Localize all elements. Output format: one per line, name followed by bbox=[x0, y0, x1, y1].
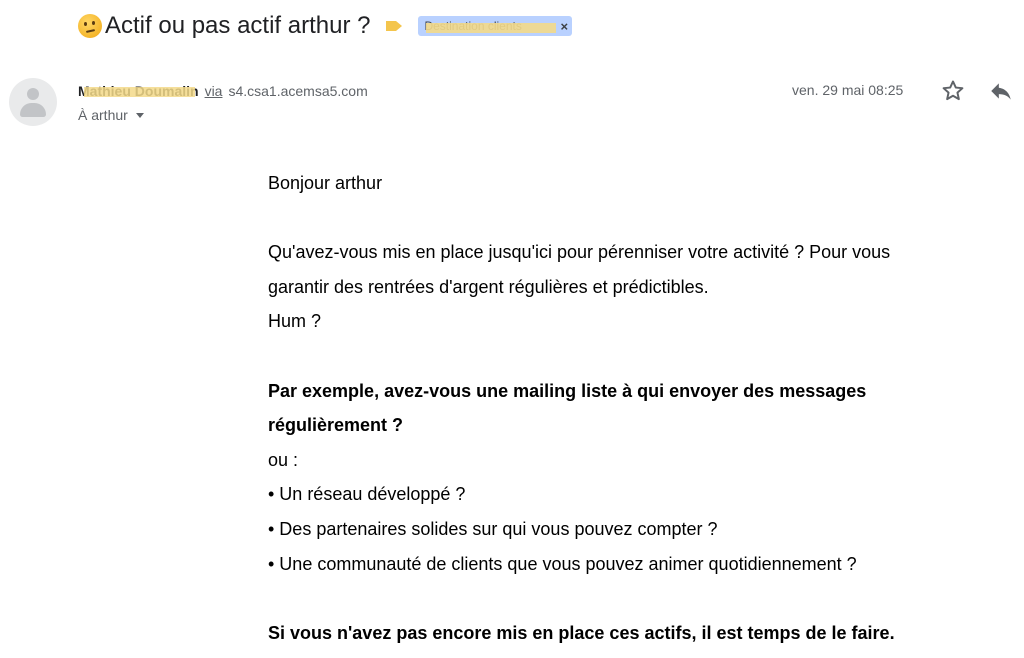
email-subject: Actif ou pas actif arthur ? bbox=[105, 12, 371, 39]
chevron-down-icon[interactable] bbox=[135, 112, 144, 118]
greeting-line: Bonjour arthur bbox=[268, 173, 383, 193]
sender-name[interactable]: Mathieu Doumalin bbox=[78, 83, 199, 99]
email-date: ven. 29 mai 08:25 bbox=[792, 82, 904, 98]
sender-line: Mathieu Doumalin via s4.csa1.acemsa5.com bbox=[78, 82, 368, 100]
bullet-item: • Des partenaires solides sur qui vous p… bbox=[268, 518, 718, 539]
label-chip-text: Destination clients bbox=[424, 19, 557, 33]
remove-label-icon[interactable]: × bbox=[560, 19, 568, 34]
recipient-text: À arthur bbox=[78, 107, 128, 123]
bold-question-line: régulièrement ? bbox=[268, 415, 404, 436]
label-chip[interactable]: Destination clients × bbox=[418, 16, 573, 36]
recipient-line: À arthur bbox=[78, 106, 144, 124]
subject-row: Actif ou pas actif arthur ? Destination … bbox=[78, 8, 573, 44]
bullet-item: • Un réseau développé ? bbox=[268, 484, 466, 505]
email-body: Bonjour arthur Qu'avez-vous mis en place… bbox=[268, 166, 988, 650]
reply-icon[interactable] bbox=[988, 78, 1014, 104]
bold-question-line: Par exemple, avez-vous une mailing liste… bbox=[268, 380, 867, 401]
body-line: Qu'avez-vous mis en place jusqu'ici pour… bbox=[268, 242, 891, 263]
body-line: ou : bbox=[268, 449, 299, 470]
sender-domain: s4.csa1.acemsa5.com bbox=[228, 83, 368, 99]
bullet-item: • Une communauté de clients que vous pou… bbox=[268, 553, 857, 574]
star-icon[interactable] bbox=[940, 78, 966, 104]
importance-marker-icon[interactable] bbox=[386, 19, 403, 33]
bold-closing-line: Si vous n'avez pas encore mis en place c… bbox=[268, 622, 895, 643]
via-link[interactable]: via bbox=[205, 83, 223, 99]
thinking-face-emoji-icon bbox=[78, 14, 102, 38]
body-line: Hum ? bbox=[268, 311, 322, 332]
sender-avatar[interactable] bbox=[9, 78, 57, 126]
body-line: garantir des rentrées d'argent régulière… bbox=[268, 276, 709, 297]
